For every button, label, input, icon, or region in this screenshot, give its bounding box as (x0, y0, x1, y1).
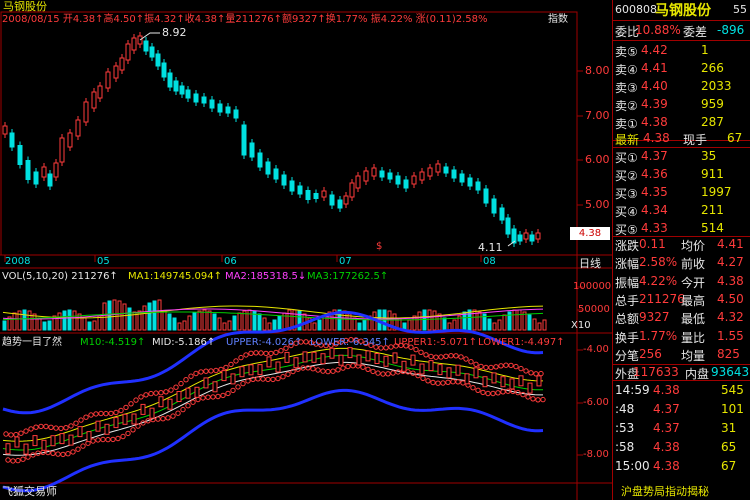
ask-level-row: 卖⑤ 4.42 1 (615, 43, 709, 59)
quote-stat-row: 涨跌 0.11 均价 4.41 (615, 237, 744, 253)
price-axis-label: 8.00 (585, 64, 610, 77)
stock-terminal: 马钢股份 2008/08/15 开4.38↑高4.50↑振4.32↑收4.38↑… (0, 0, 750, 500)
bid-level-row: 买③ 4.35 1997 (615, 185, 732, 201)
low-price-label: 4.11 (478, 241, 503, 254)
ind-mid-legend: MID:-5.186↑ (152, 337, 216, 348)
indicator-title: 趋势一目了然 (2, 337, 62, 348)
latest-price-row: 最新 4.38 现手 67 (615, 131, 743, 147)
price-axis-label: 7.00 (585, 109, 610, 122)
vol-axis-label: 100000 (573, 281, 612, 292)
date-ticks (4, 255, 482, 262)
vol-ma3-legend: MA3:177262.5↑ (307, 271, 389, 282)
ask-level-row: 卖③ 4.40 2033 (615, 79, 732, 95)
ask-level-row: 卖④ 4.41 266 (615, 61, 724, 77)
tick-row: :48 4.37 101 (615, 402, 744, 416)
app-brand: 飞狐交易师 (2, 485, 57, 498)
quote-stat-row: 振幅 4.22% 今开 4.38 (615, 273, 744, 290)
outer-inner-row: 外盘 117633 内盘 93643 (615, 365, 750, 381)
ind-upper1-legend: UPPER1:-5.071↑ (394, 337, 477, 348)
price-axis-label: 5.00 (585, 198, 610, 211)
marquee-text: 沪盘势局指动揭秘 (621, 485, 709, 498)
volume-ma-lines (2, 305, 544, 321)
high-marker-line (139, 32, 160, 41)
chart-area (0, 11, 612, 500)
quote-stat-row: 总额 9327 最低 4.32 (615, 310, 744, 327)
quote-summary: 2008/08/15 开4.38↑高4.50↑振4.32↑收4.38↑量2112… (2, 14, 488, 25)
weibi-row: 委比 10.88% 委差 -896 (615, 23, 745, 39)
event-marker: $ (376, 241, 383, 252)
bid-level-row: 买② 4.36 911 (615, 167, 724, 183)
stock-code: 600808 (615, 3, 657, 16)
price-panel-frame (0, 11, 578, 256)
stock-title-row: 600808 马钢股份 55 (613, 0, 750, 20)
quote-panel: 600808 马钢股份 55 委比 10.88% 委差 -896 卖⑤ 4.42 1… (612, 0, 750, 500)
date-label: 08 (483, 256, 496, 267)
date-label: 2008 (5, 256, 31, 267)
ind-axis-label: -6.00 (583, 397, 609, 408)
quote-stat-row: 总手 211276 最高 4.50 (615, 291, 744, 308)
bid-level-row: 买① 4.37 35 (615, 149, 717, 165)
bid-level-row: 买④ 4.34 211 (615, 203, 724, 219)
quote-stat-row: 涨幅 2.58% 前收 4.27 (615, 255, 744, 272)
candlesticks (2, 32, 541, 247)
ind-axis-label: -8.00 (583, 449, 609, 460)
quote-stat-row: 换手 1.77% 量比 1.55 (615, 328, 744, 345)
tick-row: :53 4.37 31 (615, 421, 737, 435)
index-link[interactable]: 指数 (548, 15, 568, 25)
high-price-label: 8.92 (162, 26, 187, 39)
tick-row: 15:00 4.38 67 (615, 459, 737, 473)
ask-level-row: 卖② 4.39 959 (615, 97, 724, 113)
vol-unit-label: X10 (571, 320, 591, 331)
current-price-tag: 4.38 (570, 227, 610, 240)
stock-suffix: 55 (733, 3, 747, 16)
vol-ma1-legend: MA1:149745.094↑ (128, 271, 223, 282)
vol-ma2-legend: MA2:185318.5↓ (225, 271, 307, 282)
quote-stat-row: 分笔 256 均量 825 (615, 346, 740, 363)
ind-lower-legend: LOWER:-6.345↑ (310, 337, 390, 348)
price-axis-label: 6.00 (585, 153, 610, 166)
stock-title: 马钢股份 (655, 3, 711, 19)
ind-upper-legend: UPPER:-4.026↑ (226, 337, 303, 348)
ind-m10-legend: M10:-4.519↑ (80, 337, 146, 348)
period-selector[interactable]: 日线 (579, 258, 601, 269)
ind-axis-label: -4.00 (583, 344, 609, 355)
date-label: 05 (97, 256, 110, 267)
stock-name: 马钢股份 (3, 0, 47, 13)
ind-lower1-legend: LOWER1:-4.497↑ (478, 337, 565, 348)
date-label: 07 (339, 256, 352, 267)
vol-axis-label: 50000 (578, 304, 610, 315)
tick-row: :58 4.38 65 (615, 440, 737, 454)
vol-legend: VOL(5,10,20) 211276↑ (2, 271, 118, 282)
tick-row: 14:59 4.38 545 (615, 383, 744, 397)
date-label: 06 (224, 256, 237, 267)
